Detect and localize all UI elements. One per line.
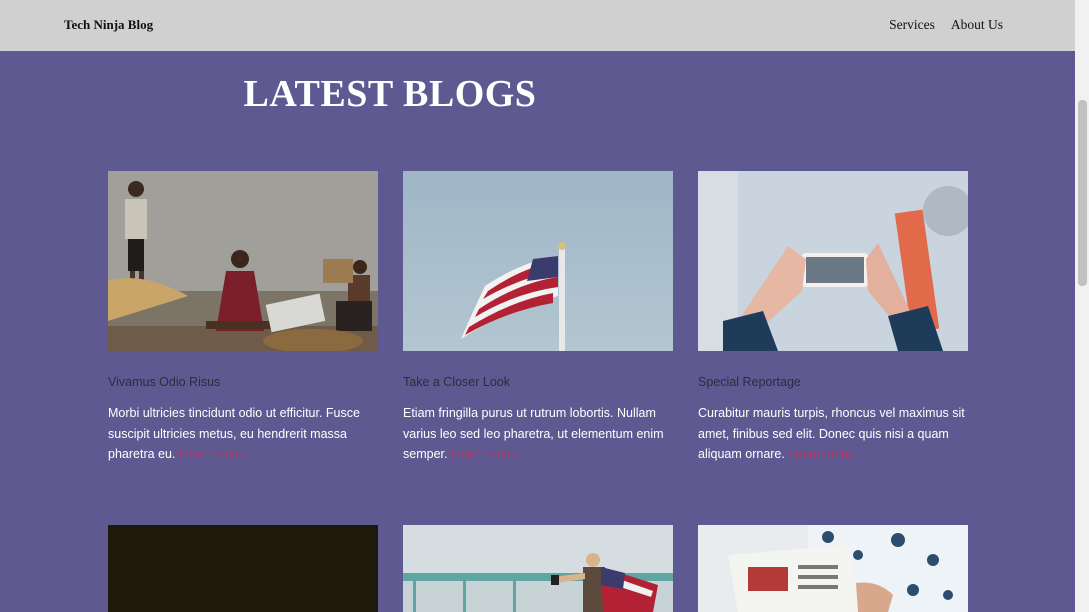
page-title: LATEST BLOGS: [243, 73, 537, 115]
blog-card: Special Reportage Curabitur mauris turpi…: [698, 171, 968, 465]
blog-card-image[interactable]: [403, 171, 673, 351]
nav-link-about-us[interactable]: About Us: [951, 17, 1003, 33]
blog-card: [108, 525, 378, 612]
blog-card-excerpt: Morbi ultricies tincidunt odio ut effici…: [108, 403, 378, 465]
blog-card-image[interactable]: [698, 171, 968, 351]
blog-card-image[interactable]: [403, 525, 673, 612]
blog-card-title: Special Reportage: [698, 375, 801, 389]
blog-card-image[interactable]: [108, 171, 378, 351]
blog-card: Vivamus Odio Risus Morbi ultricies tinci…: [108, 171, 378, 465]
learn-more-link[interactable]: Learn more...: [451, 447, 525, 461]
blog-card: [403, 525, 673, 612]
blog-card-title: Vivamus Odio Risus: [108, 375, 221, 389]
blog-card-image[interactable]: [108, 525, 378, 612]
blog-card-excerpt: Curabitur mauris turpis, rhoncus vel max…: [698, 403, 968, 465]
learn-more-link[interactable]: Learn more...: [788, 447, 862, 461]
navbar: Tech Ninja Blog Services About Us: [0, 0, 1075, 51]
scrollbar-thumb[interactable]: [1078, 100, 1087, 286]
blog-card-title: Take a Closer Look: [403, 375, 511, 389]
blog-card-excerpt: Etiam fringilla purus ut rutrum lobortis…: [403, 403, 673, 465]
blog-card-image[interactable]: [698, 525, 968, 612]
learn-more-link[interactable]: Learn more...: [179, 447, 253, 461]
site-brand[interactable]: Tech Ninja Blog: [64, 17, 153, 33]
nav-links: Services About Us: [889, 17, 1003, 33]
scrollbar[interactable]: [1075, 0, 1089, 612]
blog-card-excerpt-text: Etiam fringilla purus ut rutrum lobortis…: [403, 406, 664, 461]
blog-card: Take a Closer Look Etiam fringilla purus…: [403, 171, 673, 465]
nav-link-services[interactable]: Services: [889, 17, 935, 33]
blog-card: [698, 525, 968, 612]
